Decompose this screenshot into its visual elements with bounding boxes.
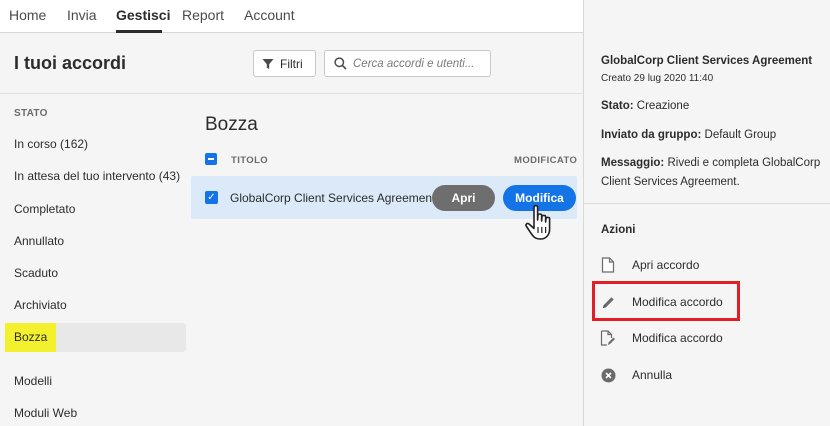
- sidebar-item-modelli[interactable]: Modelli: [5, 367, 186, 396]
- tab-account[interactable]: Account: [244, 7, 295, 23]
- sidebar-item-archiviato[interactable]: Archiviato: [5, 291, 186, 320]
- details-message-label: Messaggio:: [601, 157, 665, 169]
- action-label: Apri accordo: [632, 258, 700, 272]
- details-status: Stato: Creazione: [601, 97, 823, 116]
- column-header-title[interactable]: TITOLO: [231, 155, 268, 166]
- sidebar-item-moduli-web[interactable]: Moduli Web: [5, 399, 186, 426]
- sidebar-section-label: STATO: [14, 108, 48, 119]
- details-divider: [584, 203, 830, 204]
- details-created: Creato 29 lug 2020 11:40: [601, 73, 714, 84]
- open-button[interactable]: Apri: [432, 185, 495, 211]
- action-open-agreement[interactable]: Apri accordo: [600, 255, 699, 275]
- search-icon: [334, 57, 347, 70]
- action-label: Annulla: [632, 368, 673, 382]
- tab-gestisci[interactable]: Gestisci: [116, 7, 170, 23]
- sidebar-item-bozza[interactable]: Bozza: [5, 323, 186, 352]
- document-icon: [600, 257, 616, 273]
- details-group: Inviato da gruppo: Default Group: [601, 126, 823, 145]
- sidebar-item-bozza-label: Bozza: [5, 323, 57, 352]
- filter-button[interactable]: Filtri: [253, 50, 316, 77]
- sidebar-item-scaduto[interactable]: Scaduto: [5, 259, 186, 288]
- list-title: Bozza: [205, 114, 258, 135]
- search-box[interactable]: [324, 50, 491, 77]
- table-row[interactable]: ✓ GlobalCorp Client Services Agreement A…: [191, 176, 577, 219]
- document-edit-icon: [600, 330, 616, 346]
- highlight-callout-box: [592, 281, 740, 321]
- column-header-modified[interactable]: MODIFICATO: [514, 155, 577, 166]
- details-group-value: Default Group: [704, 129, 777, 141]
- filter-button-label: Filtri: [280, 56, 303, 71]
- top-nav: Home Invia Gestisci Report Account: [0, 0, 583, 33]
- filter-icon: [262, 58, 274, 69]
- status-sidebar: STATO In corso (162) In attesa del tuo i…: [0, 94, 190, 426]
- details-title: GlobalCorp Client Services Agreement: [601, 55, 813, 67]
- details-status-value: Creazione: [636, 100, 690, 112]
- row-title: GlobalCorp Client Services Agreement: [230, 191, 436, 205]
- search-input[interactable]: [353, 57, 483, 70]
- details-message: Messaggio: Rivedi e completa GlobalCorp …: [601, 154, 823, 192]
- details-status-label: Stato:: [601, 100, 634, 112]
- actions-heading: Azioni: [601, 224, 636, 236]
- action-label: Modifica accordo: [632, 331, 723, 345]
- row-checkbox[interactable]: ✓: [205, 191, 218, 204]
- tab-report[interactable]: Report: [182, 7, 224, 23]
- details-panel: GlobalCorp Client Services Agreement Cre…: [583, 0, 830, 426]
- action-cancel[interactable]: Annulla: [600, 365, 672, 385]
- agreements-list: Bozza TITOLO MODIFICATO ✓ GlobalCorp Cli…: [190, 94, 583, 426]
- page-title: I tuoi accordi: [14, 53, 127, 73]
- sidebar-item-in-attesa[interactable]: In attesa del tuo intervento (43): [5, 162, 186, 191]
- action-edit-agreement-2[interactable]: Modifica accordo: [600, 328, 723, 348]
- tab-invia[interactable]: Invia: [67, 7, 97, 23]
- sidebar-item-annullato[interactable]: Annullato: [5, 227, 186, 256]
- details-group-label: Inviato da gruppo:: [601, 129, 702, 141]
- select-all-checkbox[interactable]: [205, 153, 217, 165]
- sidebar-item-in-corso[interactable]: In corso (162): [5, 130, 186, 159]
- sidebar-item-completato[interactable]: Completato: [5, 195, 186, 224]
- hand-cursor-icon: [525, 204, 551, 240]
- agreements-header: I tuoi accordi Filtri: [0, 33, 583, 94]
- cancel-circle-icon: [600, 367, 616, 383]
- tab-home[interactable]: Home: [9, 7, 46, 23]
